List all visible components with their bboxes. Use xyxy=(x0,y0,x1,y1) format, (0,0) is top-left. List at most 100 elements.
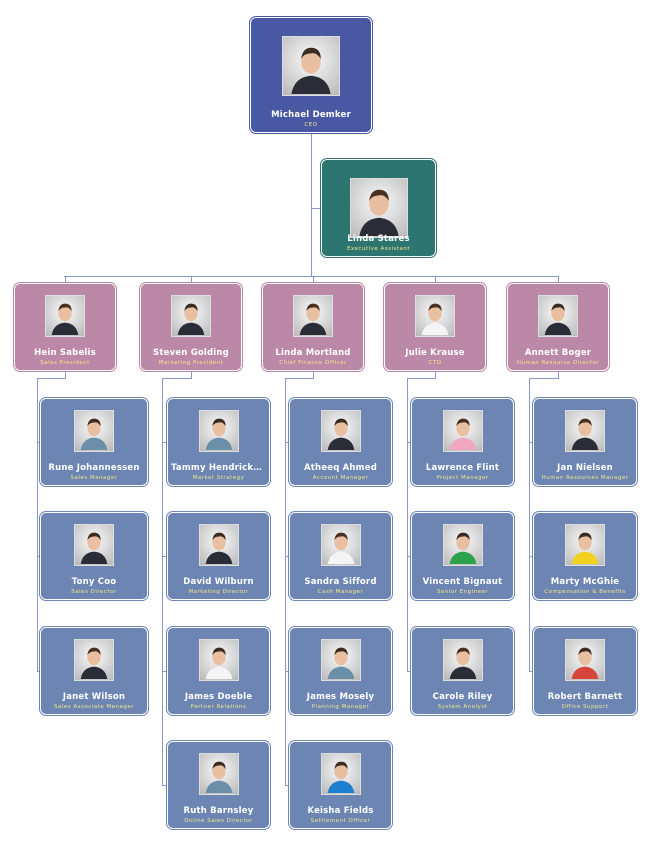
avatar xyxy=(198,410,239,452)
connector-line xyxy=(313,371,314,378)
person-photo-icon xyxy=(51,303,79,335)
avatar xyxy=(198,753,239,795)
person-name: Lawrence Flint xyxy=(425,463,500,473)
org-node[interactable]: David Wilburn Marketing Director xyxy=(167,512,270,600)
org-node[interactable]: Jan Nielsen Human Resources Manager xyxy=(533,398,637,486)
avatar xyxy=(442,639,483,681)
avatar xyxy=(565,410,605,452)
person-photo-icon xyxy=(449,647,476,679)
avatar xyxy=(349,178,408,238)
person-photo-icon xyxy=(571,532,599,564)
connector-line xyxy=(407,378,436,379)
org-node[interactable]: Marty McGhie Compensation & Benefits xyxy=(533,512,637,600)
org-node[interactable]: Ruth Barnsley Online Sales Director xyxy=(167,741,270,829)
person-name: Ruth Barnsley xyxy=(183,806,254,816)
person-name: Keisha Fields xyxy=(307,806,374,816)
person-name: Annett Boger xyxy=(524,348,592,358)
person-name: Robert Barnett xyxy=(547,692,623,702)
person-title: Human Resource Director xyxy=(516,360,600,366)
avatar xyxy=(198,639,239,681)
person-name: Janet Wilson xyxy=(62,692,126,702)
org-node[interactable]: Steven Golding Marketing President xyxy=(140,283,242,371)
person-name: Julie Krause xyxy=(405,348,465,358)
org-node[interactable]: Janet Wilson Sales Associate Manager xyxy=(40,627,148,715)
avatar xyxy=(320,639,361,681)
person-photo-icon xyxy=(80,532,108,564)
org-node[interactable]: Atheeq Ahmed Account Manager xyxy=(289,398,392,486)
connector-line xyxy=(65,371,66,378)
connector-line xyxy=(313,276,314,283)
person-name: Jan Nielsen xyxy=(557,463,613,473)
person-photo-icon xyxy=(449,418,476,450)
org-node[interactable]: Hein Sabelis Sales President xyxy=(14,283,116,371)
person-name: Michael Demker xyxy=(271,110,351,120)
org-node[interactable]: Keisha Fields Settlement Officer xyxy=(289,741,392,829)
person-photo-icon xyxy=(291,47,331,94)
connector-line xyxy=(191,276,192,283)
avatar xyxy=(538,295,578,337)
org-node[interactable]: Linda Mortland Chief Finance Officer xyxy=(262,283,364,371)
avatar xyxy=(74,524,114,566)
person-title: Account Manager xyxy=(312,475,369,481)
person-name: Linda Mortland xyxy=(275,348,351,358)
connector-line xyxy=(529,378,530,671)
person-title: Planning Manager xyxy=(311,704,370,710)
person-title: Online Sales Director xyxy=(184,818,253,824)
org-node[interactable]: Lawrence Flint Project Manager xyxy=(411,398,514,486)
person-photo-icon xyxy=(544,303,572,335)
connector-line xyxy=(65,276,66,283)
org-node[interactable]: Tammy Hendricks... Market Strategy xyxy=(167,398,270,486)
person-title: Sales President xyxy=(40,360,90,366)
person-name: Carole Riley xyxy=(432,692,493,702)
person-photo-icon xyxy=(421,303,449,335)
person-photo-icon xyxy=(205,418,232,450)
person-name: James Doeble xyxy=(184,692,253,702)
connector-line xyxy=(285,378,286,785)
person-name: Hein Sabelis xyxy=(34,348,96,358)
org-node[interactable]: Carole Riley System Analyst xyxy=(411,627,514,715)
person-title: Compensation & Benefits xyxy=(544,589,626,595)
person-photo-icon xyxy=(177,303,205,335)
person-name: Vincent Bignaut xyxy=(422,577,503,587)
person-photo-icon xyxy=(205,532,232,564)
person-title: Human Resources Manager xyxy=(541,475,629,481)
connector-line xyxy=(558,276,559,283)
connector-line xyxy=(191,371,192,378)
avatar xyxy=(74,639,114,681)
connector-line xyxy=(162,378,192,379)
org-node[interactable]: Michael Demker CEO xyxy=(250,17,372,133)
org-node[interactable]: Sandra Sifford Cash Manager xyxy=(289,512,392,600)
connector-line xyxy=(435,276,436,283)
person-title: Executive Assistant xyxy=(346,246,411,252)
org-node[interactable]: Rune Johannessen Sales Manager xyxy=(40,398,148,486)
org-node[interactable]: Robert Barnett Office Support xyxy=(533,627,637,715)
org-node[interactable]: James Doeble Partner Relations xyxy=(167,627,270,715)
person-name: Linda Stares xyxy=(347,234,410,244)
person-title: Cash Manager xyxy=(317,589,364,595)
person-title: Office Support xyxy=(561,704,609,710)
person-photo-icon xyxy=(327,532,354,564)
person-photo-icon xyxy=(327,418,354,450)
person-name: James Mosely xyxy=(306,692,375,702)
person-name: Sandra Sifford xyxy=(304,577,377,587)
org-node[interactable]: James Mosely Planning Manager xyxy=(289,627,392,715)
org-chart: Michael Demker CEO Linda Stares Executive A… xyxy=(0,0,650,846)
connector-line xyxy=(37,378,38,671)
avatar xyxy=(442,524,483,566)
org-node[interactable]: Julie Krause CTO xyxy=(384,283,486,371)
org-node[interactable]: Tony Coo Sales Director xyxy=(40,512,148,600)
person-name: Tammy Hendricks... xyxy=(171,463,269,473)
person-photo-icon xyxy=(571,647,599,679)
avatar xyxy=(293,295,333,337)
person-photo-icon xyxy=(80,647,108,679)
connector-line xyxy=(37,378,66,379)
person-title: CTO xyxy=(428,360,442,366)
org-node[interactable]: Vincent Bignaut Senior Engineer xyxy=(411,512,514,600)
connector-line xyxy=(558,371,559,378)
org-node[interactable]: Annett Boger Human Resource Director xyxy=(507,283,609,371)
avatar xyxy=(171,295,211,337)
org-node[interactable]: Linda Stares Executive Assistant xyxy=(321,159,436,257)
connector-line xyxy=(311,133,312,276)
person-name: David Wilburn xyxy=(183,577,254,587)
person-photo-icon xyxy=(449,532,476,564)
